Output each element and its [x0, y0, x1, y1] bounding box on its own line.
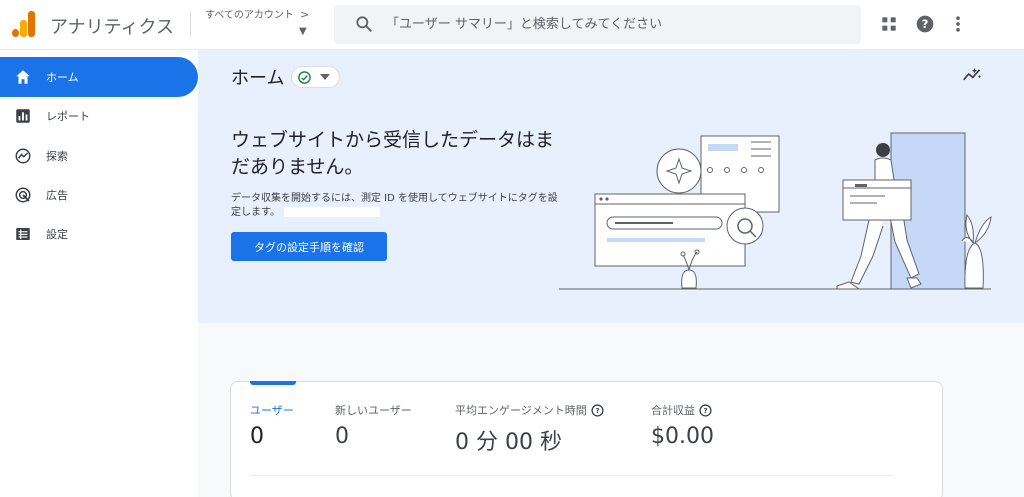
metric-value: 0 [250, 424, 264, 449]
insights-icon[interactable] [962, 65, 982, 83]
sidebar-item-label: 設定 [46, 228, 68, 241]
account-dropdown-icon[interactable]: ▼ [299, 26, 307, 37]
card-divider [250, 475, 893, 476]
apps-grid-icon[interactable] [879, 14, 899, 34]
empty-state-description: データ収集を開始するには、測定 ID を使用してウェブサイトにタグを設定します。 [231, 192, 561, 220]
check-circle-icon [298, 71, 311, 84]
sidebar-item-ads[interactable]: 広告 [0, 175, 198, 215]
caret-down-icon [320, 74, 330, 80]
settings-icon [16, 228, 30, 240]
metric-label: 平均エンゲージメント時間 [455, 404, 587, 417]
metric-label: 合計収益 [651, 404, 695, 417]
view-tag-setup-button[interactable]: タグの設定手順を確認 [231, 232, 387, 261]
sidebar-item-label: ホーム [46, 71, 79, 84]
svg-text:?: ? [703, 406, 707, 415]
analytics-logo-icon[interactable] [12, 11, 36, 37]
svg-text:?: ? [922, 17, 929, 31]
sidebar-item-label: レポート [46, 110, 90, 123]
metric-tab-avg-engagement-time[interactable]: 平均エンゲージメント時間 ? 0 分 00 秒 [455, 402, 604, 456]
sidebar-item-label: 広告 [46, 189, 68, 202]
metric-value: 0 分 00 秒 [455, 430, 562, 455]
sidebar-item-explore[interactable]: 探索 [0, 136, 198, 176]
search-input[interactable] [386, 12, 846, 36]
search-icon [356, 16, 372, 32]
active-tab-indicator [250, 381, 296, 385]
home-icon [16, 70, 30, 84]
metric-tab-total-revenue[interactable]: 合計収益 ? $0.00 [651, 402, 714, 449]
metric-tab-users[interactable]: ユーザー 0 [250, 402, 294, 449]
svg-text:?: ? [595, 406, 599, 415]
data-status-chip[interactable] [291, 66, 340, 88]
metric-value: $0.00 [651, 424, 714, 449]
more-vert-icon[interactable] [948, 14, 968, 34]
empty-state-description-text: データ収集を開始するには、測定 ID を使用してウェブサイトにタグを設定します。 [231, 193, 558, 218]
metric-value: 0 [335, 424, 349, 449]
explore-icon [15, 148, 31, 164]
top-app-bar: アナリティクス すべてのアカウント > ▼ ? [0, 0, 1024, 50]
header-divider [190, 11, 191, 37]
metric-label: ユーザー [250, 404, 294, 417]
account-label: すべてのアカウント [205, 10, 294, 21]
account-selector[interactable]: すべてのアカウント > [205, 6, 309, 21]
sidebar-item-settings[interactable]: 設定 [0, 214, 198, 254]
help-icon[interactable]: ? [699, 403, 712, 417]
sidebar-item-reports[interactable]: レポート [0, 96, 198, 136]
help-icon[interactable]: ? [591, 403, 604, 417]
empty-state-illustration [559, 132, 992, 290]
app-title: アナリティクス [50, 17, 175, 38]
ads-icon [15, 187, 31, 203]
sidebar-nav: ホーム レポート 探索 広告 設定 [0, 50, 198, 497]
account-chevron-icon: > [300, 8, 310, 21]
metric-tab-new-users[interactable]: 新しいユーザー 0 [335, 402, 412, 449]
page-title: ホーム [231, 68, 285, 89]
bar-chart-icon [16, 109, 30, 123]
sidebar-item-label: 探索 [46, 150, 68, 163]
metric-label: 新しいユーザー [335, 404, 412, 417]
empty-state-headline: ウェブサイトから受信したデータはまだありません。 [231, 129, 555, 178]
sidebar-item-home[interactable]: ホーム [0, 57, 198, 97]
help-icon[interactable]: ? [915, 14, 935, 34]
redacted-block [284, 207, 380, 217]
